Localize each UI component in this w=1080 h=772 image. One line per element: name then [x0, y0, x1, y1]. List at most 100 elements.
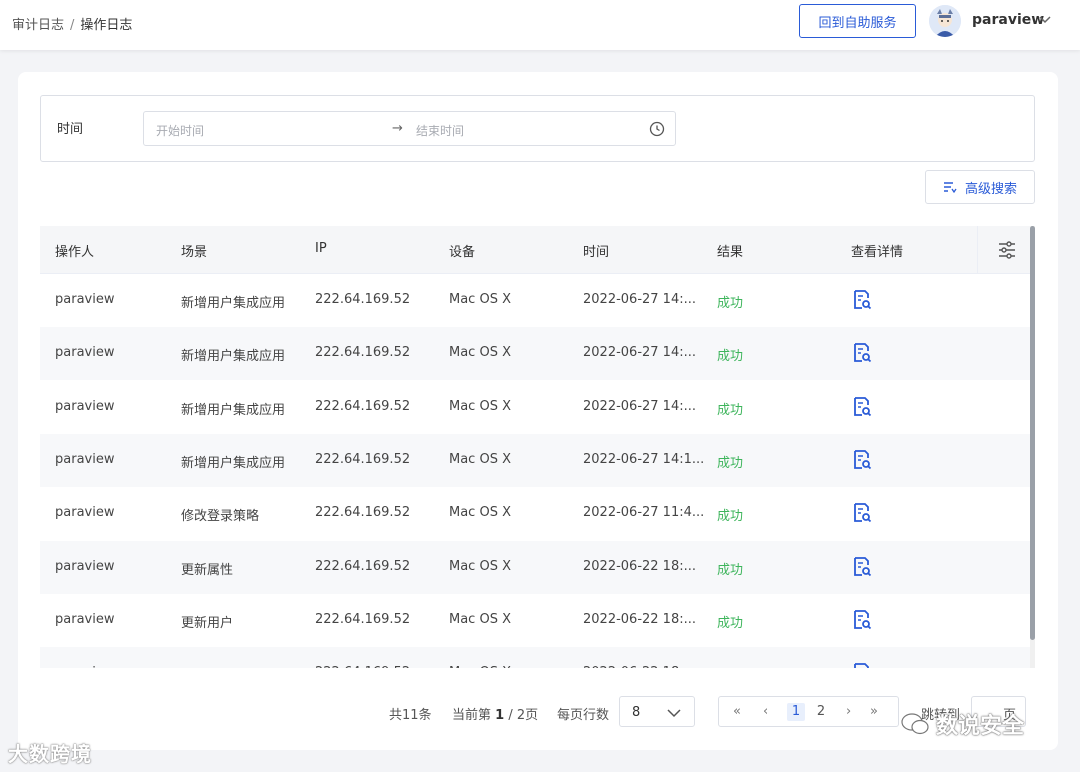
column-header-time: 时间: [583, 245, 610, 260]
time-cell: 2022-06-27 11:4...: [583, 505, 705, 521]
ip-cell: 222.64.169.52: [315, 611, 411, 627]
device-cell: Mac OS X: [449, 398, 511, 414]
time-cell: 2022-06-22 18:...: [583, 558, 697, 574]
filter-list-icon: [943, 182, 957, 194]
table-row: paraview 修改登录策略 222.64.169.52 Mac OS X 2022-…: [40, 487, 1035, 540]
page-button-1[interactable]: 1: [787, 703, 805, 721]
column-header-device: 设备: [449, 245, 476, 260]
filter-panel: 时间 开始时间 → 结束时间: [40, 95, 1035, 162]
operator-cell: paraview: [55, 451, 115, 467]
last-page-button[interactable]: »: [870, 704, 878, 719]
time-cell: 2022-06-22 18:...: [583, 665, 696, 668]
scene-cell: 更新用户: [181, 615, 234, 631]
view-details-icon[interactable]: [851, 662, 873, 668]
operator-cell: paraview: [55, 398, 115, 414]
scrollbar-thumb[interactable]: [1030, 226, 1035, 640]
watermark-left: 大数跨境: [8, 738, 92, 767]
scene-cell: 更新分类: [181, 665, 233, 668]
result-cell: 成功: [717, 349, 744, 365]
operation-log-table: 操作人 场景 IP 设备 时间 结果 查看详情 paraview 新增用户集成应用…: [40, 226, 1035, 668]
scene-cell: 新增用户集成应用: [181, 349, 286, 365]
operator-cell: paraview: [55, 505, 115, 521]
time-cell: 2022-06-27 14:1...: [583, 451, 705, 467]
device-cell: Mac OS X: [449, 345, 511, 361]
device-cell: Mac OS X: [449, 505, 511, 521]
main-card: 时间 开始时间 → 结束时间 高级搜索 操作人 场景 IP 设备 时间 结果 查…: [18, 72, 1058, 750]
operator-cell: paraview: [55, 558, 115, 574]
sliders-icon: [998, 241, 1015, 259]
column-header-details: 查看详情: [851, 245, 904, 260]
watermark-right: 数说安全: [900, 708, 1024, 740]
username[interactable]: paraview: [972, 12, 1044, 28]
device-cell: Mac OS X: [449, 292, 511, 307]
result-cell: 成功: [717, 509, 744, 525]
advanced-search-button[interactable]: 高级搜索: [925, 170, 1035, 204]
top-bar: 审计日志 / 操作日志 回到自助服务 paraview: [0, 0, 1080, 50]
device-cell: Mac OS X: [449, 665, 511, 668]
time-cell: 2022-06-27 14:...: [583, 398, 697, 414]
time-cell: 2022-06-27 14:...: [583, 345, 697, 361]
column-header-operator: 操作人: [55, 245, 95, 260]
view-details-icon[interactable]: [851, 609, 873, 631]
prev-page-button[interactable]: ‹: [763, 704, 768, 719]
back-to-self-service-button[interactable]: 回到自助服务: [799, 4, 916, 38]
result-cell: 成功: [717, 665, 743, 668]
start-time-input[interactable]: 开始时间: [156, 122, 204, 139]
table-row: paraview 更新分类 222.64.169.52 Mac OS X 2022-06…: [40, 647, 1035, 668]
table-header: 操作人 场景 IP 设备 时间 结果 查看详情: [40, 226, 1035, 274]
breadcrumb: 审计日志 / 操作日志: [12, 14, 132, 33]
ip-cell: 222.64.169.52: [315, 505, 411, 521]
scene-cell: 新增用户集成应用: [181, 455, 286, 471]
breadcrumb-audit-log[interactable]: 审计日志: [12, 18, 64, 33]
breadcrumb-operation-log: 操作日志: [80, 18, 133, 33]
avatar[interactable]: [929, 5, 961, 37]
time-range-picker[interactable]: 开始时间 → 结束时间: [143, 111, 676, 146]
end-time-input[interactable]: 结束时间: [416, 122, 464, 139]
device-cell: Mac OS X: [449, 451, 511, 467]
rows-per-page-select[interactable]: 8: [619, 696, 695, 727]
scene-cell: 修改登录策略: [181, 509, 260, 525]
chevron-down-icon[interactable]: [1038, 12, 1052, 26]
view-details-icon[interactable]: [851, 289, 873, 311]
view-details-icon[interactable]: [851, 396, 873, 418]
table-row: paraview 更新属性 222.64.169.52 Mac OS X 2022-06…: [40, 540, 1035, 594]
view-details-icon[interactable]: [851, 556, 873, 578]
table-scrollbar[interactable]: [1030, 226, 1035, 668]
result-cell: 成功: [717, 455, 744, 471]
view-details-icon[interactable]: [851, 449, 873, 471]
ip-cell: 222.64.169.52: [315, 451, 411, 467]
range-arrow-icon: →: [392, 121, 403, 136]
column-header-result: 结果: [717, 245, 744, 260]
page-button-2[interactable]: 2: [812, 703, 830, 721]
result-cell: 成功: [717, 615, 744, 631]
rows-per-page-label: 每页行数: [557, 708, 610, 723]
next-page-button[interactable]: ›: [846, 704, 851, 719]
table-row: paraview 更新用户 222.64.169.52 Mac OS X 2022-06…: [40, 594, 1035, 647]
chevron-down-icon: [667, 709, 681, 718]
time-cell: 2022-06-22 18:...: [583, 611, 697, 627]
operator-cell: paraview: [55, 345, 115, 361]
user-avatar-icon: [929, 5, 961, 37]
watermark-left-text: 大数跨境: [8, 742, 92, 766]
table-row: paraview 新增用户集成应用 222.64.169.52 Mac OS X 202…: [40, 327, 1035, 381]
operator-cell: paraview: [55, 292, 115, 307]
view-details-icon[interactable]: [851, 502, 873, 524]
scene-cell: 新增用户集成应用: [181, 296, 286, 311]
page-navigator: « ‹ 1 2 › »: [718, 696, 899, 727]
result-cell: 成功: [717, 562, 744, 578]
operator-cell: paraview: [55, 665, 114, 668]
table-row: paraview 新增用户集成应用 222.64.169.52 Mac OS X 202…: [40, 381, 1035, 434]
time-cell: 2022-06-27 14:...: [583, 292, 697, 307]
column-header-ip: IP: [315, 241, 327, 256]
first-page-button[interactable]: «: [733, 704, 741, 719]
scene-cell: 新增用户集成应用: [181, 402, 286, 418]
ip-cell: 222.64.169.52: [315, 665, 410, 668]
ip-cell: 222.64.169.52: [315, 558, 411, 574]
ip-cell: 222.64.169.52: [315, 292, 411, 307]
column-settings-button[interactable]: [977, 226, 1035, 274]
breadcrumb-separator: /: [70, 18, 75, 33]
view-details-icon[interactable]: [851, 342, 873, 364]
device-cell: Mac OS X: [449, 611, 511, 627]
operator-cell: paraview: [55, 611, 115, 627]
result-cell: 成功: [717, 296, 744, 311]
